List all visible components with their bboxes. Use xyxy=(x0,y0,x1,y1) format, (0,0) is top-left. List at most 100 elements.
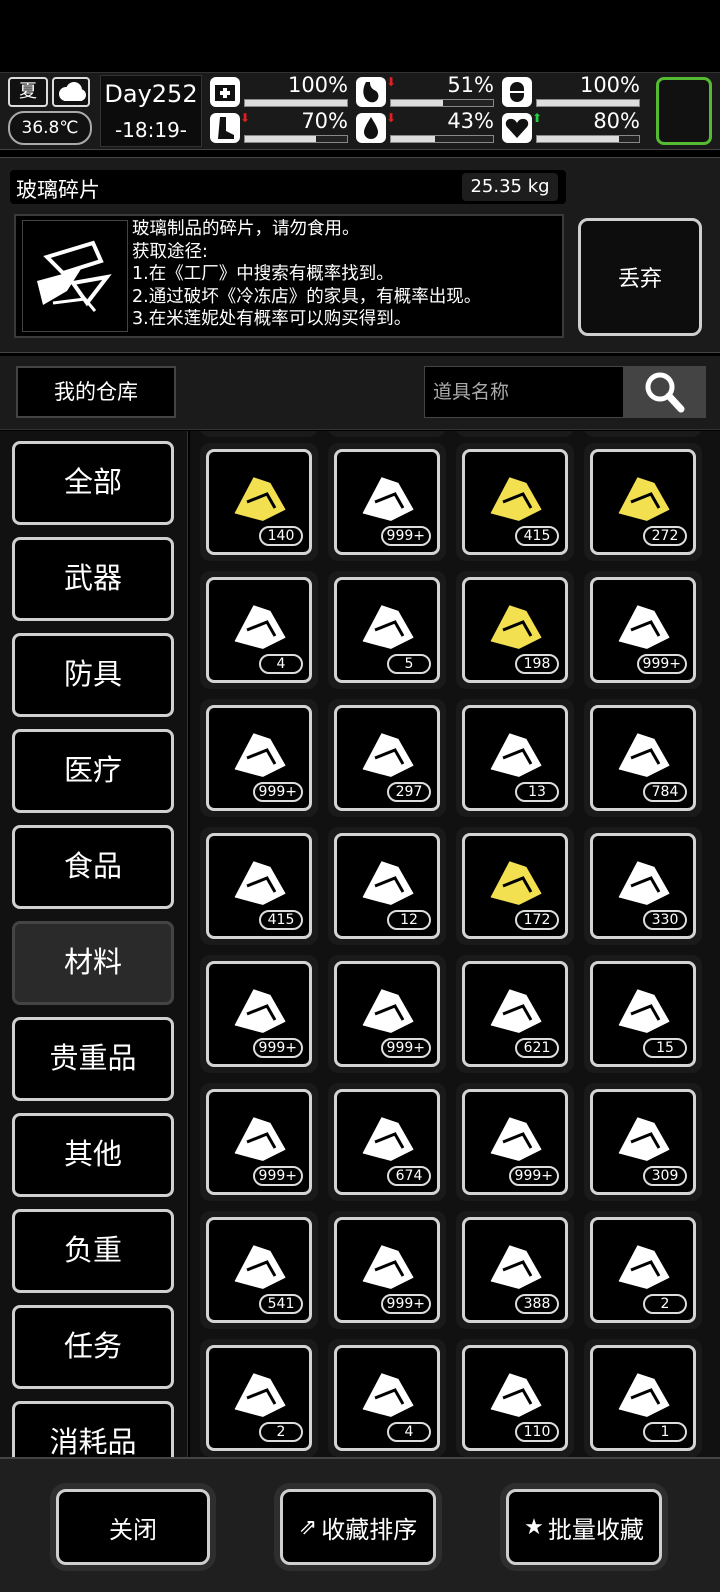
category-sidebar: 全部武器防具医疗食品材料贵重品其他负重任务消耗品 xyxy=(0,431,188,1457)
stat-stamina: ⬇ 70% xyxy=(210,109,350,145)
item-name: 玻璃碎片 xyxy=(16,178,100,202)
stat-heart: ⬆ 80% xyxy=(502,109,642,145)
category-1[interactable]: 武器 xyxy=(12,537,174,621)
category-0[interactable]: 全部 xyxy=(12,441,174,525)
stomach-icon xyxy=(356,77,386,107)
item-slot[interactable]: 110 xyxy=(456,1339,574,1457)
stat-fill xyxy=(391,100,444,106)
item-slot[interactable]: 13 xyxy=(456,699,574,817)
season-badge: 夏 xyxy=(8,77,48,107)
item-count: 999+ xyxy=(380,1294,431,1314)
stat-thirst: ⬇ 43% xyxy=(356,109,496,145)
item-slot[interactable]: 999+ xyxy=(328,955,446,1073)
category-7[interactable]: 其他 xyxy=(12,1113,174,1197)
item-slot[interactable]: 198 xyxy=(456,571,574,689)
gravel-icon xyxy=(351,974,425,1048)
discard-button[interactable]: 丢弃 xyxy=(578,218,702,336)
item-slot-partial[interactable] xyxy=(456,431,574,437)
item-count: 999+ xyxy=(252,1166,303,1186)
item-name-bar: 玻璃碎片 25.35 kg xyxy=(10,170,566,204)
stat-fill xyxy=(537,100,639,106)
item-count: 999+ xyxy=(380,526,431,546)
category-9[interactable]: 任务 xyxy=(12,1305,174,1389)
item-slot[interactable]: 2 xyxy=(584,1211,702,1329)
item-slot[interactable]: 172 xyxy=(456,827,574,945)
item-slot[interactable]: 330 xyxy=(584,827,702,945)
item-slot[interactable]: 297 xyxy=(328,699,446,817)
item-slot[interactable]: 272 xyxy=(584,443,702,561)
item-slot-partial[interactable] xyxy=(200,431,318,437)
item-slot[interactable]: 309 xyxy=(584,1083,702,1201)
sort-favorites-button[interactable]: ⇗ 收藏排序 xyxy=(280,1489,436,1565)
category-8[interactable]: 负重 xyxy=(12,1209,174,1293)
category-3[interactable]: 医疗 xyxy=(12,729,174,813)
item-slot[interactable]: 999+ xyxy=(200,955,318,1073)
item-slot[interactable]: 999+ xyxy=(328,1211,446,1329)
category-2[interactable]: 防具 xyxy=(12,633,174,717)
item-slot[interactable]: 541 xyxy=(200,1211,318,1329)
item-count: 309 xyxy=(643,1166,687,1186)
tire-icon xyxy=(351,1358,425,1432)
pill-icon xyxy=(502,77,532,107)
scrap-metal-icon xyxy=(223,1102,297,1176)
bag-icon xyxy=(607,974,681,1048)
item-slot-partial[interactable] xyxy=(584,431,702,437)
item-slot-partial[interactable] xyxy=(328,431,446,437)
item-count: 621 xyxy=(515,1038,559,1058)
item-count: 541 xyxy=(259,1294,303,1314)
item-count: 999+ xyxy=(380,1038,431,1058)
item-count: 415 xyxy=(259,910,303,930)
item-count: 999+ xyxy=(252,1038,303,1058)
item-slot[interactable]: 999+ xyxy=(584,571,702,689)
soldering-iron-icon xyxy=(479,1230,553,1304)
water-drop-icon xyxy=(356,113,386,143)
item-count: 330 xyxy=(643,910,687,930)
category-4[interactable]: 食品 xyxy=(12,825,174,909)
item-slot[interactable]: 415 xyxy=(456,443,574,561)
rock-icon xyxy=(223,718,297,792)
item-slot[interactable]: 5 xyxy=(328,571,446,689)
item-slot[interactable]: 999+ xyxy=(328,443,446,561)
item-count: 999+ xyxy=(252,782,303,802)
item-slot[interactable]: 674 xyxy=(328,1083,446,1201)
time-label: -18:19- xyxy=(114,118,188,142)
item-slot[interactable]: 999+ xyxy=(456,1083,574,1201)
item-slot[interactable]: 2 xyxy=(200,1339,318,1457)
item-count: 784 xyxy=(643,782,687,802)
search-button[interactable] xyxy=(624,366,706,418)
close-button[interactable]: 关闭 xyxy=(56,1489,210,1565)
item-slot[interactable]: 784 xyxy=(584,699,702,817)
item-count: 999+ xyxy=(508,1166,559,1186)
item-slot[interactable]: 415 xyxy=(200,827,318,945)
item-slot[interactable]: 4 xyxy=(200,571,318,689)
stat-fill xyxy=(245,136,317,142)
towels-icon xyxy=(351,1230,425,1304)
broken-gun-icon xyxy=(223,590,297,664)
item-slot[interactable]: 1 xyxy=(584,1339,702,1457)
heart-icon xyxy=(502,113,532,143)
item-count: 999+ xyxy=(636,654,687,674)
item-slot[interactable]: 12 xyxy=(328,827,446,945)
stat-fill xyxy=(391,136,435,142)
character-portrait[interactable] xyxy=(656,77,712,145)
item-slot[interactable]: 140 xyxy=(200,443,318,561)
search-input[interactable]: 道具名称 xyxy=(424,366,624,418)
item-slot[interactable]: 999+ xyxy=(200,699,318,817)
item-count: 297 xyxy=(387,782,431,802)
tape-icon xyxy=(479,974,553,1048)
item-count: 13 xyxy=(515,782,559,802)
item-slot[interactable]: 999+ xyxy=(200,1083,318,1201)
item-slot[interactable]: 15 xyxy=(584,955,702,1073)
my-warehouse-tab[interactable]: 我的仓库 xyxy=(16,366,176,418)
item-count: 5 xyxy=(387,654,431,674)
item-description: 玻璃制品的碎片，请勿食用。 获取途径: 1.在《工厂》中搜索有概率找到。 2.通… xyxy=(132,219,482,329)
category-5[interactable]: 材料 xyxy=(12,921,174,1005)
batch-favorite-button[interactable]: ★ 批量收藏 xyxy=(506,1489,662,1565)
item-count: 198 xyxy=(515,654,559,674)
item-slot[interactable]: 388 xyxy=(456,1211,574,1329)
item-slot[interactable]: 4 xyxy=(328,1339,446,1457)
category-6[interactable]: 贵重品 xyxy=(12,1017,174,1101)
item-slot[interactable]: 621 xyxy=(456,955,574,1073)
category-10[interactable]: 消耗品 xyxy=(12,1401,174,1457)
item-count: 415 xyxy=(515,526,559,546)
